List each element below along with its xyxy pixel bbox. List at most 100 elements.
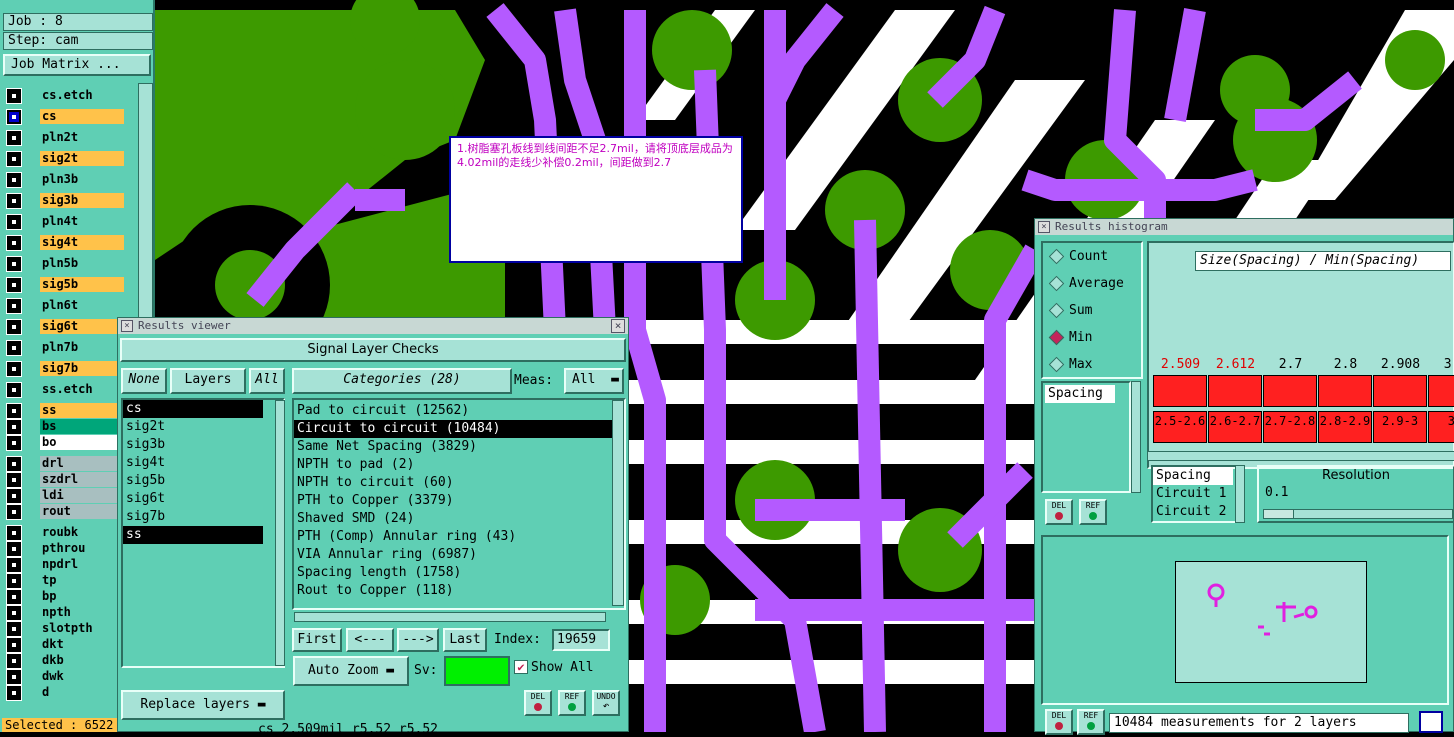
layer-name[interactable]: bp (40, 589, 124, 604)
index-input[interactable]: 19659 (552, 629, 610, 651)
overview-map[interactable] (1175, 561, 1367, 683)
layer-checkbox[interactable] (6, 381, 22, 398)
layer-row-rout[interactable]: rout (5, 503, 125, 520)
layer-row-pln4t[interactable]: pln4t (5, 213, 125, 230)
layer-row-cs[interactable]: cs (5, 108, 125, 125)
layer-row-drl[interactable]: drl (5, 455, 125, 472)
layer-name[interactable]: cs.etch (40, 88, 124, 103)
layer-row-pthrou[interactable]: pthrou (5, 540, 125, 557)
layer-row-ss-etch[interactable]: ss.etch (5, 381, 125, 398)
results-layer-item[interactable]: sig7b (123, 508, 283, 526)
layer-row-pln7b[interactable]: pln7b (5, 339, 125, 356)
category-item[interactable]: Spacing length (1758) (294, 564, 624, 582)
histogram-bar[interactable] (1263, 375, 1317, 407)
layer-row-bp[interactable]: bp (5, 588, 125, 605)
category-item[interactable]: Rout to Copper (118) (294, 582, 624, 600)
mode-radio-max[interactable]: Max (1043, 351, 1141, 378)
layer-checkbox[interactable] (6, 150, 22, 167)
mode-radio-count[interactable]: Count (1043, 243, 1141, 270)
legend-scrollbar[interactable] (1235, 465, 1245, 523)
layer-checkbox[interactable] (6, 540, 22, 557)
category-item[interactable]: VIA Annular ring (6987) (294, 546, 624, 564)
results-layer-item[interactable]: sig6t (123, 490, 283, 508)
layer-checkbox[interactable] (6, 668, 22, 685)
layer-row-szdrl[interactable]: szdrl (5, 471, 125, 488)
layer-row-dkb[interactable]: dkb (5, 652, 125, 669)
layer-checkbox[interactable] (6, 234, 22, 251)
layers-listbox[interactable]: cs sig2t sig3b sig4t sig5b sig6t sig7b ss (121, 398, 285, 668)
layer-name[interactable]: pln6t (40, 298, 124, 313)
layer-name[interactable]: dkb (40, 653, 124, 668)
layer-row-pln2t[interactable]: pln2t (5, 129, 125, 146)
layer-name[interactable]: sig3b (40, 193, 124, 208)
layer-name[interactable]: pln4t (40, 214, 124, 229)
first-button[interactable]: First (292, 628, 342, 652)
category-item[interactable]: Pad to circuit (12562) (294, 402, 624, 420)
layer-name[interactable]: pln5b (40, 256, 124, 271)
layer-row-ss[interactable]: ss (5, 402, 125, 419)
layer-row-npth[interactable]: npth (5, 604, 125, 621)
results-layer-item[interactable]: sig5b (123, 472, 283, 490)
layer-row-npdrl[interactable]: npdrl (5, 556, 125, 573)
close-icon[interactable]: × (611, 319, 625, 333)
layer-checkbox[interactable] (6, 572, 22, 589)
layer-name[interactable]: sig4t (40, 235, 124, 250)
category-item[interactable]: Circuit to circuit (10484) (294, 420, 624, 438)
layer-row-sig7b[interactable]: sig7b (5, 360, 125, 377)
layer-name[interactable]: ss.etch (40, 382, 124, 397)
hist-del-button[interactable]: DEL (1045, 499, 1073, 525)
layer-name[interactable]: cs (40, 109, 124, 124)
layer-name[interactable]: slotpth (40, 621, 124, 636)
layer-checkbox[interactable] (6, 471, 22, 488)
categories-button[interactable]: Categories (28) (292, 368, 512, 394)
layer-row-ldi[interactable]: ldi (5, 487, 125, 504)
histogram-titlebar[interactable]: × Results histogram (1035, 219, 1453, 235)
category-item[interactable]: Shaved SMD (24) (294, 510, 624, 528)
category-item[interactable]: PTH to Copper (3379) (294, 492, 624, 510)
layer-row-bs[interactable]: bs (5, 418, 125, 435)
layer-checkbox[interactable] (6, 339, 22, 356)
layer-name[interactable]: pln7b (40, 340, 124, 355)
layer-name[interactable]: sig2t (40, 151, 124, 166)
hist-ref-button[interactable]: REF (1079, 499, 1107, 525)
mode-radio-sum[interactable]: Sum (1043, 297, 1141, 324)
legend-listbox[interactable]: Spacing Circuit 1 Circuit 2 (1151, 465, 1237, 523)
layer-checkbox[interactable] (6, 434, 22, 451)
layer-row-sig6t[interactable]: sig6t (5, 318, 125, 335)
layer-name[interactable]: sig6t (40, 319, 124, 334)
layer-row-sig3b[interactable]: sig3b (5, 192, 125, 209)
layer-name[interactable]: drl (40, 456, 124, 471)
sv-color-dropdown[interactable] (444, 656, 510, 686)
layer-row-sig5b[interactable]: sig5b (5, 276, 125, 293)
layer-checkbox[interactable] (6, 455, 22, 472)
layer-name[interactable]: ss (40, 403, 124, 418)
layer-name[interactable]: rout (40, 504, 124, 519)
layer-checkbox[interactable] (6, 213, 22, 230)
mode-radio-average[interactable]: Average (1043, 270, 1141, 297)
layer-checkbox[interactable] (6, 684, 22, 701)
del-button[interactable]: DEL (524, 690, 552, 716)
results-layer-item[interactable]: cs (123, 400, 263, 418)
auto-zoom-dropdown[interactable]: Auto Zoom ▬ (293, 656, 409, 686)
histogram-bar[interactable] (1428, 375, 1454, 407)
layer-row-sig2t[interactable]: sig2t (5, 150, 125, 167)
results-layer-item[interactable]: sig2t (123, 418, 283, 436)
layer-name[interactable]: tp (40, 573, 124, 588)
layer-checkbox[interactable] (6, 297, 22, 314)
layer-checkbox[interactable] (6, 402, 22, 419)
layer-name[interactable]: pthrou (40, 541, 124, 556)
layer-row-cs-etch[interactable]: cs.etch (5, 87, 125, 104)
histogram-bar[interactable] (1153, 375, 1207, 407)
window-menu-icon[interactable]: × (121, 320, 133, 332)
layers-scrollbar[interactable] (275, 400, 285, 666)
layer-name[interactable]: pln2t (40, 130, 124, 145)
layer-name[interactable]: sig7b (40, 361, 124, 376)
layer-name[interactable]: ldi (40, 488, 124, 503)
legend-item[interactable]: Circuit 1 (1153, 485, 1235, 503)
layer-name[interactable]: bs (40, 419, 124, 434)
histogram-chart[interactable]: Size(Spacing) / Min(Spacing) 2.509 2.5-2.… (1147, 241, 1454, 469)
prev-button[interactable]: <--- (346, 628, 394, 652)
layer-name[interactable]: dwk (40, 669, 124, 684)
layer-checkbox[interactable] (6, 276, 22, 293)
layer-row-slotpth[interactable]: slotpth (5, 620, 125, 637)
